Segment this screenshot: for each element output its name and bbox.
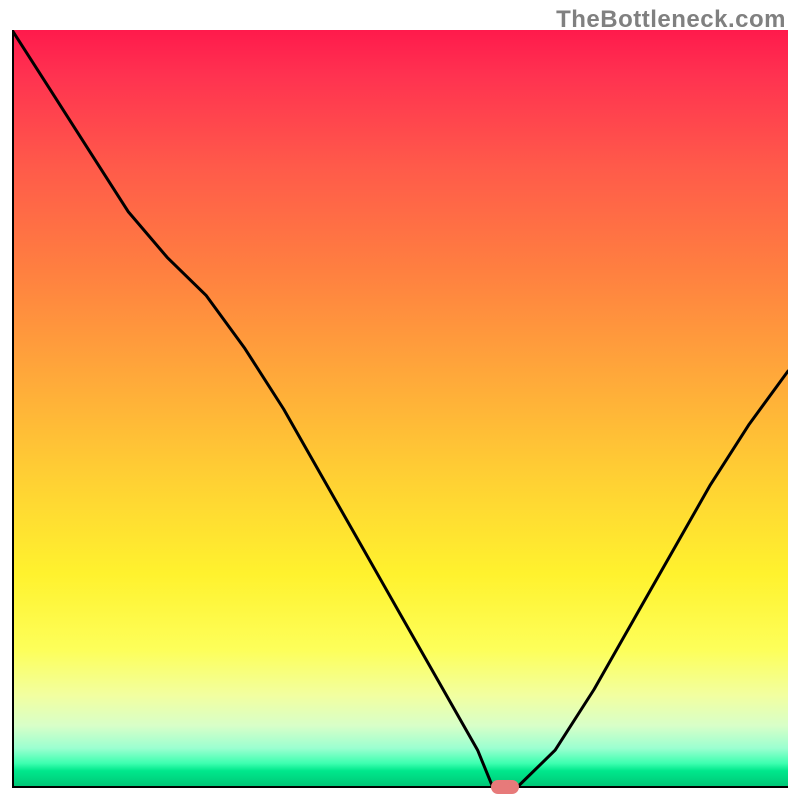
bottleneck-chart: TheBottleneck.com [0, 0, 800, 800]
optimal-marker [491, 780, 519, 794]
plot-area [12, 30, 788, 788]
